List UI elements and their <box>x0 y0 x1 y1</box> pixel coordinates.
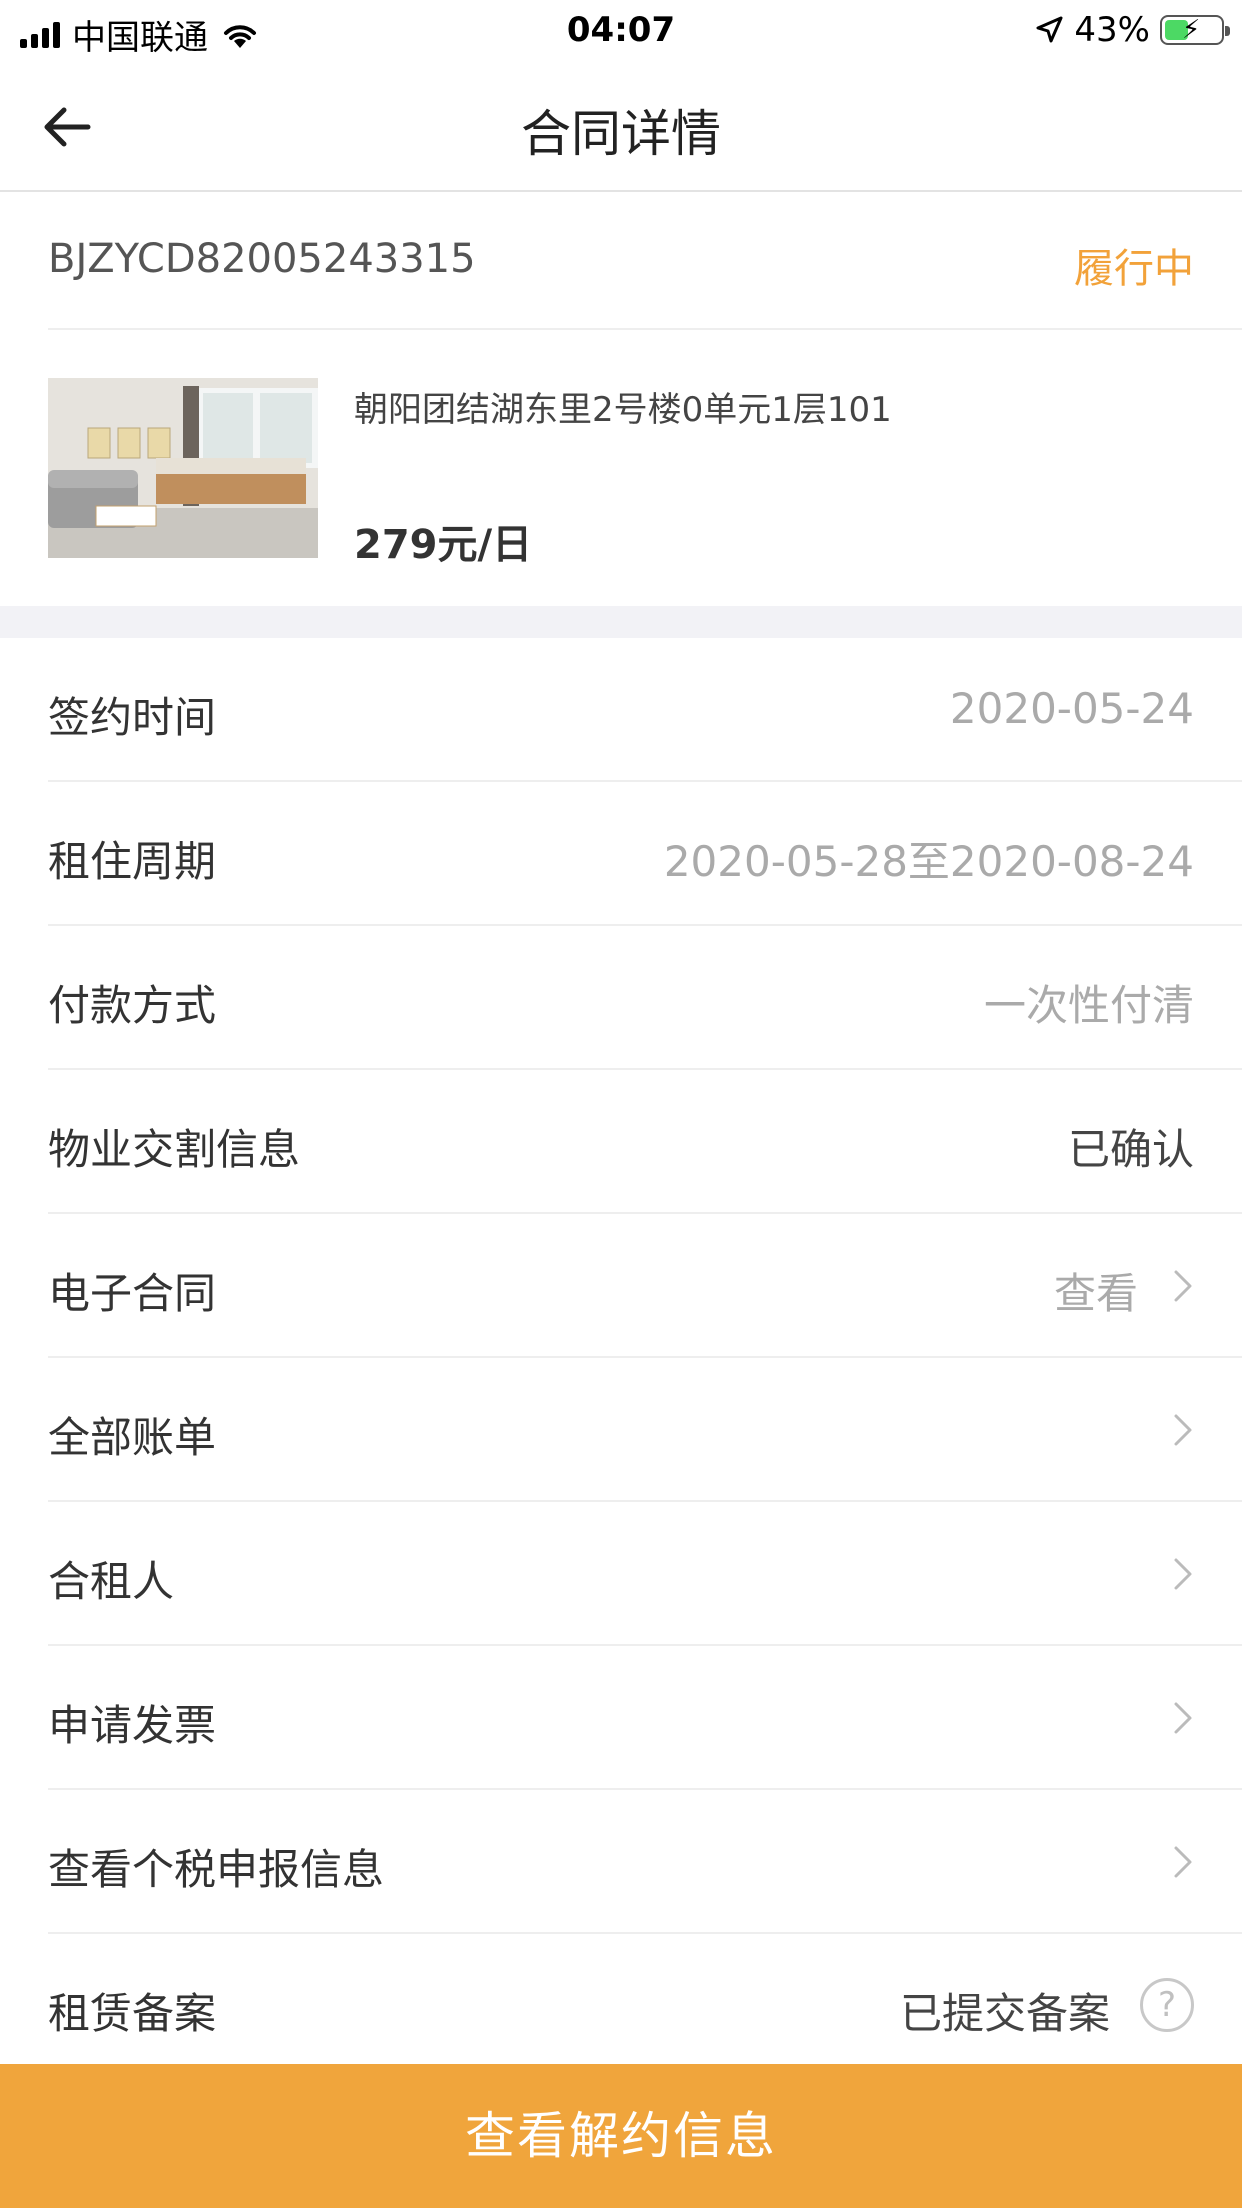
battery-percent: 43% <box>1074 10 1150 50</box>
contract-detail-page: 中国联通 04:07 43% ⚡ 合同详情 BJZYCD82005243315 … <box>0 0 1242 2208</box>
view-termination-button[interactable]: 查看解约信息 <box>0 2064 1242 2208</box>
house-photo <box>48 378 318 558</box>
contract-status-badge: 履行中 <box>1074 246 1194 292</box>
page-title: 合同详情 <box>521 105 721 163</box>
row-tax-declaration[interactable]: 查看个税申报信息 <box>48 1790 1242 1934</box>
house-card[interactable]: 朝阳团结湖东里2号楼0单元1层101 279元/日 <box>48 378 1198 568</box>
house-price: 279元/日 <box>354 522 533 568</box>
row-label: 付款方式 <box>48 981 217 1030</box>
status-right: 43% ⚡ <box>1034 10 1230 50</box>
status-bar: 中国联通 04:07 43% ⚡ <box>0 0 1242 62</box>
battery-icon: ⚡ <box>1160 15 1230 45</box>
row-rent-period: 租住周期 2020-05-28至2020-08-24 <box>48 782 1242 926</box>
chevron-right-icon <box>1174 1702 1192 1734</box>
section-divider <box>0 606 1242 638</box>
row-label: 电子合同 <box>48 1269 217 1318</box>
row-property-handover: 物业交割信息 已确认 <box>48 1070 1242 1214</box>
question-circle-icon[interactable]: ? <box>1140 1978 1194 2032</box>
row-label: 租赁备案 <box>48 1989 217 2038</box>
location-arrow-icon <box>1036 16 1063 43</box>
row-lease-filing: 租赁备案 已提交备案 ? <box>48 1934 1242 2078</box>
row-sign-date: 签约时间 2020-05-24 <box>48 638 1242 782</box>
chevron-right-icon <box>1174 1846 1192 1878</box>
row-value: 一次性付清 <box>983 981 1194 1030</box>
row-label: 全部账单 <box>48 1413 217 1462</box>
row-label: 查看个税申报信息 <box>48 1845 385 1894</box>
row-e-contract[interactable]: 电子合同 查看 <box>48 1214 1242 1358</box>
row-label: 物业交割信息 <box>48 1125 301 1174</box>
chevron-right-icon <box>1174 1558 1192 1590</box>
row-label: 申请发票 <box>48 1701 217 1750</box>
contract-number: BJZYCD82005243315 <box>48 236 476 282</box>
row-value: 已提交备案 <box>899 1989 1110 2038</box>
house-address: 朝阳团结湖东里2号楼0单元1层101 <box>354 390 892 430</box>
contract-header: BJZYCD82005243315 履行中 <box>48 192 1242 330</box>
row-label: 租住周期 <box>48 837 217 886</box>
chevron-right-icon <box>1174 1414 1192 1446</box>
contract-detail-list: 签约时间 2020-05-24 租住周期 2020-05-28至2020-08-… <box>0 638 1242 2078</box>
row-value: 2020-05-28至2020-08-24 <box>663 837 1194 886</box>
row-all-bills[interactable]: 全部账单 <box>48 1358 1242 1502</box>
row-label: 合租人 <box>48 1557 175 1606</box>
row-label: 签约时间 <box>48 693 217 742</box>
nav-bar: 合同详情 <box>0 62 1242 192</box>
charging-bolt-icon: ⚡ <box>1182 15 1201 45</box>
chevron-right-icon <box>1174 1270 1192 1302</box>
view-contract-link[interactable]: 查看 <box>1054 1260 1138 1321</box>
row-value: 2020-05-24 <box>949 684 1194 733</box>
row-payment-method: 付款方式 一次性付清 <box>48 926 1242 1070</box>
row-co-tenants[interactable]: 合租人 <box>48 1502 1242 1646</box>
row-request-invoice[interactable]: 申请发票 <box>48 1646 1242 1790</box>
row-value: 已确认 <box>1067 1125 1194 1174</box>
